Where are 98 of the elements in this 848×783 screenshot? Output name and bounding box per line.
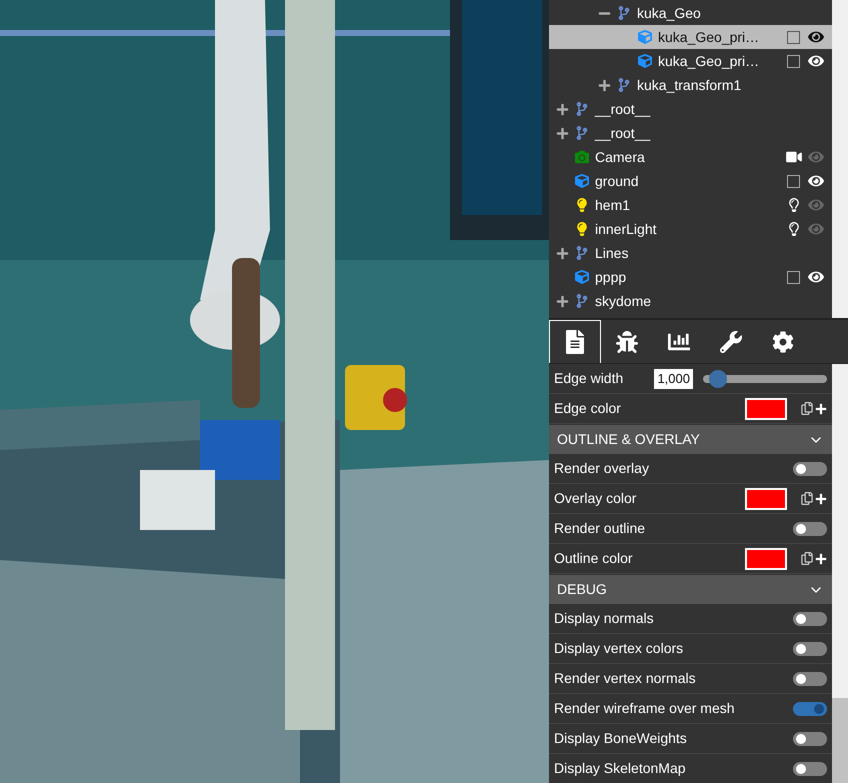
bug-icon bbox=[616, 330, 638, 354]
copy-icon[interactable] bbox=[801, 552, 813, 565]
toggle-switch[interactable] bbox=[793, 732, 827, 746]
item-label: kuka_transform1 bbox=[637, 76, 742, 95]
slider[interactable] bbox=[703, 370, 827, 388]
toggle-switch[interactable] bbox=[793, 702, 827, 716]
bounding-box-checkbox[interactable] bbox=[787, 174, 800, 188]
property-label: Outline color bbox=[554, 549, 634, 568]
cube-icon bbox=[575, 270, 589, 284]
expand-icon[interactable] bbox=[556, 126, 569, 140]
section-title: OUTLINE & OVERLAY bbox=[557, 430, 701, 449]
scrollbar[interactable] bbox=[832, 0, 848, 318]
toggle-switch[interactable] bbox=[793, 522, 827, 536]
tab[interactable] bbox=[549, 320, 601, 363]
property-label: Display BoneWeights bbox=[554, 729, 688, 748]
tree-item[interactable]: kuka_transform1 bbox=[549, 73, 832, 97]
tree-item[interactable]: kuka_Geo bbox=[549, 1, 832, 25]
cube-icon bbox=[638, 30, 652, 44]
tree-item[interactable]: kuka_Geo_pri… bbox=[549, 49, 832, 73]
tree-item[interactable]: kuka_Geo_pri… bbox=[549, 25, 832, 49]
item-label: __root__ bbox=[595, 124, 650, 143]
item-label: kuka_Geo_pri… bbox=[658, 28, 760, 47]
tree-item[interactable]: innerLight bbox=[549, 217, 832, 241]
expand-icon[interactable] bbox=[598, 78, 611, 92]
section-header[interactable]: DEBUG bbox=[549, 575, 832, 604]
expand-icon[interactable] bbox=[556, 294, 569, 308]
copy-icon[interactable] bbox=[801, 402, 813, 415]
bounding-box-checkbox[interactable] bbox=[787, 30, 800, 44]
expand-icon[interactable] bbox=[556, 102, 569, 116]
item-label: pppp bbox=[595, 268, 626, 287]
cube-icon bbox=[638, 54, 652, 68]
tree-item[interactable]: __root__ bbox=[549, 97, 832, 121]
slider-thumb[interactable] bbox=[709, 370, 728, 388]
tree-item[interactable]: ground bbox=[549, 169, 832, 193]
color-swatch[interactable] bbox=[745, 548, 787, 570]
eye-icon[interactable] bbox=[808, 173, 824, 189]
bounding-box-checkbox[interactable] bbox=[787, 54, 800, 68]
section-header[interactable]: OUTLINE & OVERLAY bbox=[549, 425, 832, 454]
property-label: Edge color bbox=[554, 399, 622, 418]
property-label: Render wireframe over mesh bbox=[554, 699, 736, 718]
camera-icon bbox=[575, 150, 589, 164]
color-swatch[interactable] bbox=[745, 398, 787, 420]
plus-icon[interactable] bbox=[815, 402, 827, 414]
item-label: Camera bbox=[595, 148, 645, 166]
video-camera-icon[interactable] bbox=[786, 150, 802, 164]
plus-icon[interactable] bbox=[815, 552, 827, 564]
item-label: ground bbox=[595, 172, 639, 191]
property-label: Edge width bbox=[554, 369, 624, 388]
bulb-icon bbox=[575, 222, 589, 236]
color-swatch[interactable] bbox=[745, 488, 787, 510]
item-label: Lines bbox=[595, 244, 628, 262]
item-label: innerLight bbox=[595, 220, 656, 239]
tree-item[interactable]: __root__ bbox=[549, 121, 832, 145]
copy-icon[interactable] bbox=[801, 492, 813, 505]
property-label: Render outline bbox=[554, 519, 646, 538]
bounding-box-checkbox[interactable] bbox=[787, 270, 800, 284]
document-icon bbox=[564, 330, 586, 354]
property-label: Display normals bbox=[554, 609, 655, 628]
settings-icon bbox=[772, 330, 794, 354]
tree-item[interactable]: hem1 bbox=[549, 193, 832, 217]
property-label: Overlay color bbox=[554, 489, 638, 508]
scrollbar[interactable] bbox=[832, 364, 848, 783]
eye-icon[interactable] bbox=[808, 53, 824, 69]
toggle-switch[interactable] bbox=[793, 612, 827, 626]
tree-item[interactable]: Lines bbox=[549, 241, 832, 265]
toggle-switch[interactable] bbox=[793, 642, 827, 656]
toggle-switch[interactable] bbox=[793, 762, 827, 776]
expand-icon[interactable] bbox=[556, 246, 569, 260]
node-icon bbox=[575, 126, 589, 140]
node-icon bbox=[575, 246, 589, 260]
tree-item[interactable]: pppp bbox=[549, 265, 832, 289]
bulb-icon[interactable] bbox=[788, 198, 800, 212]
node-icon bbox=[617, 6, 631, 20]
number-field[interactable]: 1,000 bbox=[654, 368, 693, 388]
property-label: Display vertex colors bbox=[554, 639, 684, 658]
item-label: __root__ bbox=[595, 100, 650, 119]
property-label: Display SkeletonMap bbox=[554, 759, 687, 778]
eye-icon[interactable] bbox=[808, 269, 824, 285]
item-label: skydome bbox=[595, 292, 652, 311]
item-label: kuka_Geo_pri… bbox=[658, 52, 760, 71]
node-icon bbox=[575, 102, 589, 116]
node-icon bbox=[575, 294, 589, 308]
bulb-icon[interactable] bbox=[788, 222, 800, 236]
plus-icon[interactable] bbox=[815, 492, 827, 504]
bulb-icon bbox=[575, 198, 589, 212]
wrench-icon bbox=[720, 330, 742, 354]
node-icon bbox=[617, 78, 631, 92]
item-label: hem1 bbox=[595, 196, 630, 214]
tree-item[interactable]: Camera bbox=[549, 145, 832, 169]
toggle-switch[interactable] bbox=[793, 462, 827, 476]
item-label: kuka_Geo bbox=[637, 4, 701, 23]
property-label: Render overlay bbox=[554, 459, 650, 478]
tree-item[interactable]: skydome bbox=[549, 289, 832, 313]
eye-icon[interactable] bbox=[808, 29, 824, 45]
property-label: Render vertex normals bbox=[554, 669, 697, 688]
section-title: DEBUG bbox=[557, 580, 608, 599]
cube-icon bbox=[575, 174, 589, 188]
toggle-switch[interactable] bbox=[793, 672, 827, 686]
